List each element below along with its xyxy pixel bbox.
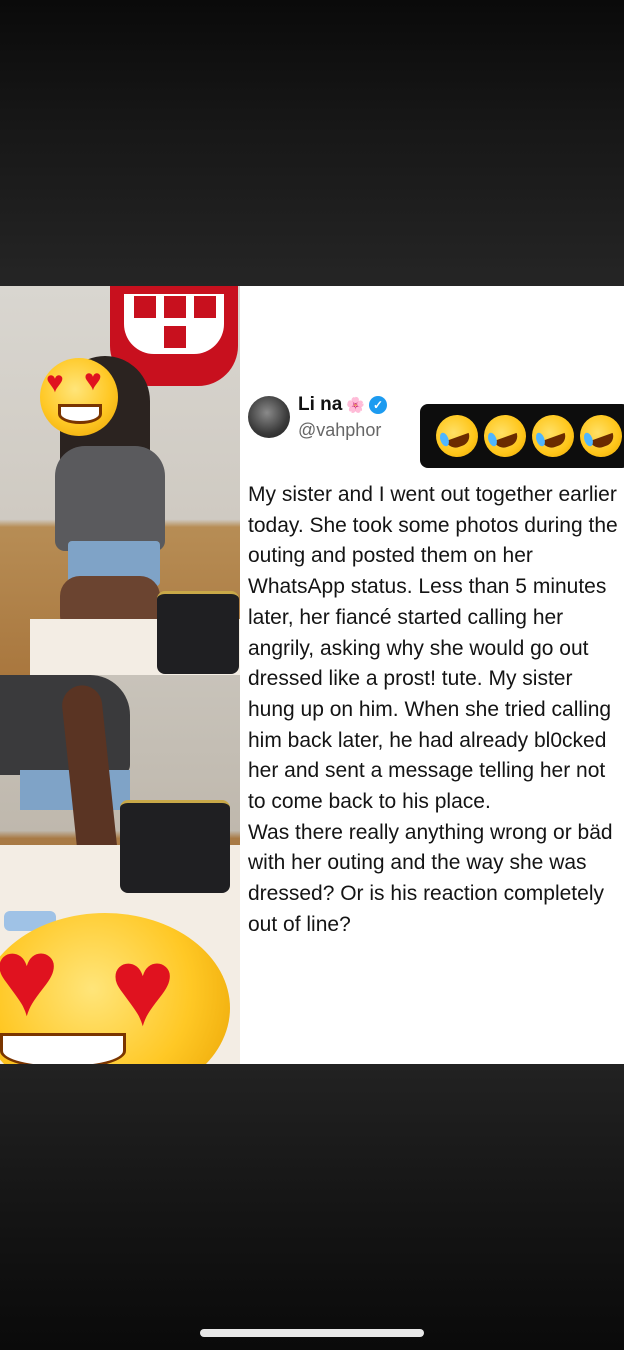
handbag [157,591,239,674]
heart-eyes-emoji: ♥ ♥ [40,358,118,436]
flower-icon: 🌸 [346,396,366,414]
emoji-mouth [58,404,102,424]
tweet-paragraph: Was there really anything wrong or bäd w… [248,820,613,936]
emoji-mouth [0,1033,126,1064]
author-name-row[interactable]: Li na 🌸 ✓ [298,394,388,416]
rolling-on-floor-laughing-icon [574,409,624,463]
author-avatar[interactable] [248,396,290,438]
rolling-on-floor-laughing-icon [526,409,580,463]
bottom-dark-background [0,1064,624,1350]
handbag [120,800,230,893]
home-indicator[interactable] [200,1329,424,1337]
tweet-paragraph: My sister and I went out together earlie… [248,483,618,814]
post-screenshot: ♥ ♥ ♥ ♥ Li na 🌸 ✓ @vahphor My sister and… [0,286,624,1064]
heart-eye-icon: ♥ [46,366,64,399]
author-handle[interactable]: @vahphor [298,420,381,441]
rolling-on-floor-laughing-icon [478,409,532,463]
person-top [55,446,165,551]
top-dark-background [0,0,624,286]
tweet-body: My sister and I went out together earlie… [248,480,620,941]
tweet-card: Li na 🌸 ✓ @vahphor My sister and I went … [240,286,624,1064]
photo-bottom: ♥ ♥ [0,675,240,1064]
heart-eye-icon: ♥ [84,364,102,397]
author-name: Li na [298,394,343,415]
heart-eye-icon: ♥ [110,926,176,1049]
photo-top: ♥ ♥ [0,286,240,675]
verified-badge-icon: ✓ [369,396,388,414]
rolling-on-floor-laughing-icon [430,409,484,463]
reaction-emoji-box [420,404,624,468]
heart-eye-icon: ♥ [0,916,60,1039]
